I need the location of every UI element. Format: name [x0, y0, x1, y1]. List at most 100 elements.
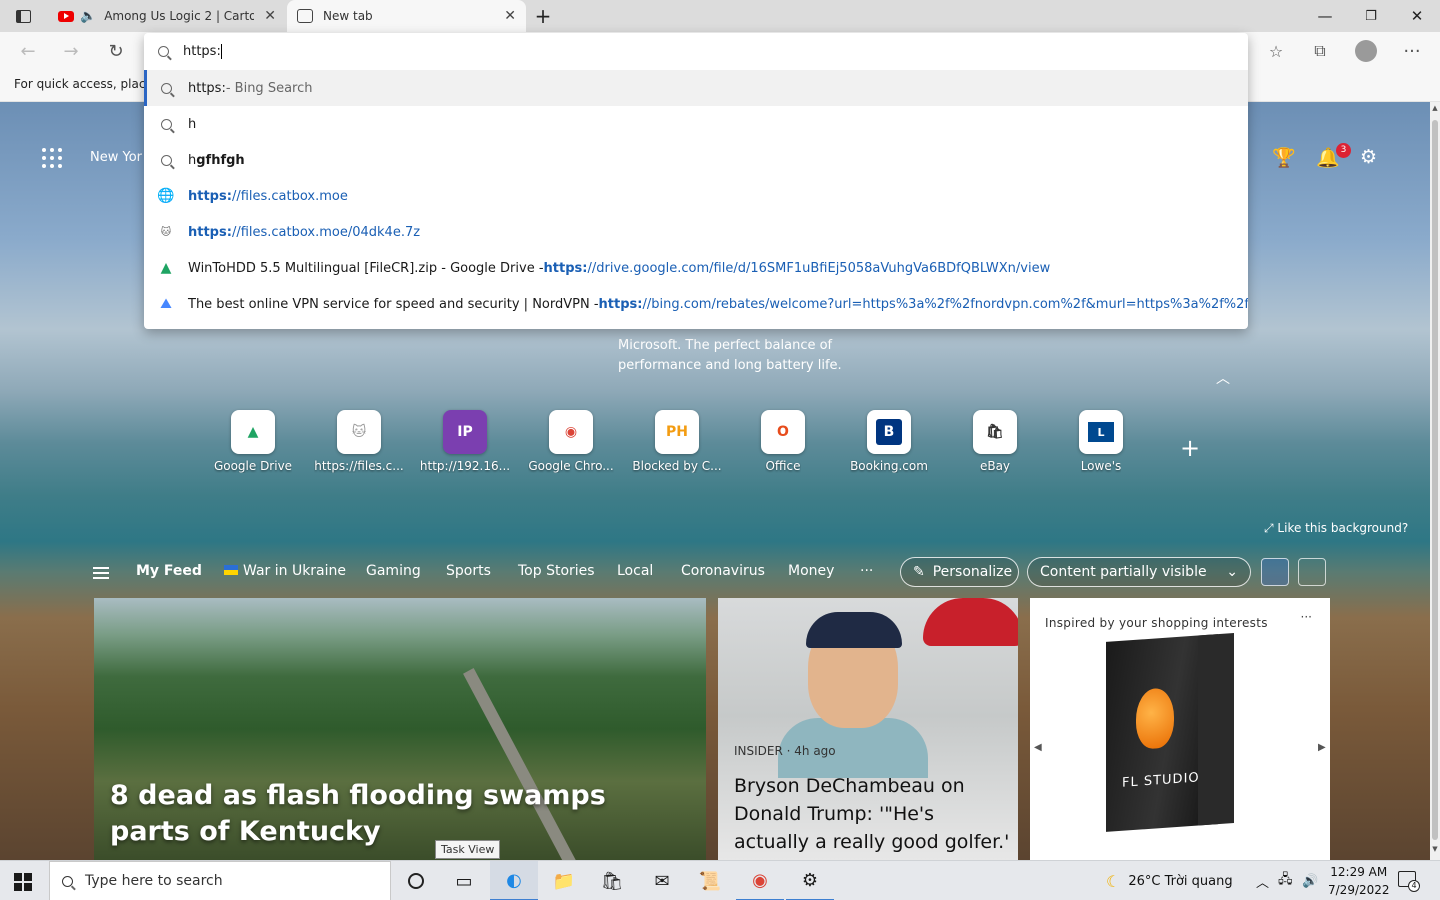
- card-more-icon[interactable]: ···: [1301, 610, 1312, 624]
- show-hidden-icons-chevron-icon[interactable]: ︿: [1256, 861, 1269, 900]
- address-bar-input[interactable]: https:: [144, 33, 1248, 69]
- tab-my-feed[interactable]: My Feed: [136, 563, 202, 579]
- suggestion-catbox-file[interactable]: 🐱 https://files.catbox.moe/04dk4e.7z: [144, 214, 1248, 250]
- chevron-down-icon: ⌄: [1226, 564, 1238, 580]
- quick-link-item[interactable]: ▲ Google Drive: [200, 410, 306, 473]
- add-quick-link-button[interactable]: +: [1180, 434, 1200, 462]
- collapse-chevron-up-icon[interactable]: ︿: [1216, 368, 1230, 388]
- taskbar-search-box[interactable]: Type here to search: [49, 861, 391, 900]
- collections-icon[interactable]: ⧉: [1304, 35, 1336, 67]
- new-tab-button[interactable]: +: [520, 0, 566, 32]
- personalize-label: Personalize: [932, 564, 1013, 580]
- product-image[interactable]: FL STUDIO: [1106, 632, 1234, 832]
- shopping-card[interactable]: Inspired by your shopping interests ··· …: [1030, 598, 1330, 860]
- suggestion-hgfhfgh[interactable]: h gfhfgh: [144, 142, 1248, 178]
- network-icon[interactable]: 🖧: [1278, 861, 1293, 900]
- refresh-button[interactable]: ↻: [100, 35, 132, 67]
- app-launcher-icon[interactable]: [42, 148, 62, 168]
- promo-text[interactable]: Microsoft. The perfect balance of perfor…: [618, 336, 858, 376]
- clock[interactable]: 12:29 AM 7/29/2022: [1328, 863, 1390, 899]
- promo-line: Microsoft. The perfect balance of: [618, 338, 833, 353]
- more-tabs-icon[interactable]: ···: [860, 563, 873, 579]
- new-tab-page-icon: [297, 9, 313, 23]
- suggestion-nordvpn[interactable]: ⛰ The best online VPN service for speed …: [144, 286, 1248, 322]
- close-window-button[interactable]: ✕: [1394, 0, 1440, 32]
- suggestion-h[interactable]: h: [144, 106, 1248, 142]
- microsoft-store-icon[interactable]: 🛍: [588, 861, 636, 900]
- headline-card-kentucky[interactable]: 8 dead as flash flooding swamps parts of…: [94, 598, 706, 860]
- globe-icon: 🌐: [157, 188, 175, 204]
- windows-start-icon[interactable]: [14, 873, 32, 891]
- feed-menu-icon[interactable]: [93, 567, 109, 579]
- cortana-icon[interactable]: [392, 861, 440, 900]
- scroll-up-arrow[interactable]: ▲: [1430, 104, 1440, 118]
- suggestion-google-drive[interactable]: ▲ WinToHDD 5.5 Multilingual [FileCR].zip…: [144, 250, 1248, 286]
- settings-taskbar-icon[interactable]: ⚙: [786, 861, 834, 900]
- suggestion-catbox-site[interactable]: 🌐 https://files.catbox.moe: [144, 178, 1248, 214]
- file-explorer-icon[interactable]: 📁: [540, 861, 588, 900]
- tab-coronavirus[interactable]: Coronavirus: [681, 563, 765, 579]
- task-view-icon[interactable]: ▭: [440, 861, 488, 900]
- back-button[interactable]: ←: [12, 35, 44, 67]
- quick-link-item[interactable]: 🐱 https://files.c...: [306, 410, 412, 473]
- quick-link-item[interactable]: B Booking.com: [836, 410, 942, 473]
- scroll-down-arrow[interactable]: ▼: [1430, 845, 1440, 859]
- tab-sports[interactable]: Sports: [446, 563, 491, 579]
- nordvpn-icon: ⛰: [160, 296, 172, 312]
- volume-icon[interactable]: 🔊: [1302, 861, 1318, 900]
- restore-button[interactable]: ❐: [1348, 0, 1394, 32]
- rewards-icon[interactable]: 🏆: [1272, 146, 1296, 169]
- tab-new-tab[interactable]: New tab ✕: [287, 0, 526, 32]
- quick-link-item[interactable]: 🛍 eBay: [942, 410, 1048, 473]
- quick-link-label: http://192.16...: [419, 459, 511, 473]
- suggestion-url-match: https:: [598, 296, 643, 312]
- close-tab-icon[interactable]: ✕: [504, 8, 516, 24]
- quick-link-item[interactable]: L Lowe's: [1048, 410, 1154, 473]
- list-view-button[interactable]: [1298, 558, 1326, 586]
- quick-link-item[interactable]: IP http://192.16...: [412, 410, 518, 473]
- mail-icon[interactable]: ✉: [638, 861, 686, 900]
- quick-link-item[interactable]: O Office: [730, 410, 836, 473]
- carousel-prev-icon[interactable]: ◀: [1034, 742, 1042, 753]
- settings-more-icon[interactable]: ···: [1396, 35, 1428, 67]
- address-bar-text[interactable]: https:: [183, 43, 222, 59]
- tab-war-in-ukraine[interactable]: War in Ukraine: [224, 563, 346, 579]
- news-card-dechambeau[interactable]: INSIDER · 4h ago Bryson DeChambeau on Do…: [718, 598, 1018, 860]
- minimize-button[interactable]: —: [1302, 0, 1348, 32]
- tab-gaming[interactable]: Gaming: [366, 563, 421, 579]
- tab-money[interactable]: Money: [788, 563, 834, 579]
- personalize-button[interactable]: ✎ Personalize: [900, 557, 1019, 587]
- quick-link-tile-icon: 🛍: [973, 410, 1017, 454]
- weather-widget[interactable]: ☾ 26°C Trời quang: [1106, 861, 1233, 900]
- profile-avatar[interactable]: [1350, 35, 1382, 67]
- tab-actions-icon[interactable]: [0, 0, 46, 32]
- suggestion-bing-search[interactable]: https: - Bing Search: [144, 70, 1248, 106]
- scrollbar-thumb[interactable]: [1432, 120, 1438, 840]
- tab-local[interactable]: Local: [617, 563, 653, 579]
- quick-link-item[interactable]: PH Blocked by C...: [624, 410, 730, 473]
- forward-button[interactable]: →: [55, 35, 87, 67]
- carousel-next-icon[interactable]: ▶: [1318, 742, 1326, 753]
- quick-link-tile-icon: O: [761, 410, 805, 454]
- content-visibility-dropdown[interactable]: Content partially visible ⌄: [1027, 557, 1251, 587]
- notification-count-badge: 3: [1336, 143, 1351, 158]
- news-headline: Bryson DeChambeau on Donald Trump: '"He'…: [734, 775, 1010, 853]
- tab-top-stories[interactable]: Top Stories: [518, 563, 595, 579]
- weather-location[interactable]: New Yor: [90, 150, 142, 165]
- chrome-taskbar-icon[interactable]: ◉: [736, 861, 784, 900]
- like-background-link[interactable]: ⤢ Like this background?: [1264, 521, 1408, 536]
- favorites-icon[interactable]: ☆: [1260, 35, 1292, 67]
- booking-logo-icon: B: [876, 419, 902, 445]
- edge-taskbar-icon[interactable]: ◐: [490, 861, 538, 900]
- headline-title: 8 dead as flash flooding swamps parts of…: [110, 780, 606, 847]
- quick-link-tile-icon: IP: [443, 410, 487, 454]
- page-settings-gear-icon[interactable]: ⚙: [1360, 146, 1377, 168]
- speaker-icon[interactable]: 🔈: [80, 9, 96, 24]
- grid-view-button[interactable]: [1261, 558, 1289, 586]
- visibility-label: Content partially visible: [1040, 564, 1207, 580]
- tab-among-us[interactable]: 🔈 Among Us Logic 2 | Cartoon ✕: [48, 0, 286, 32]
- quick-link-item[interactable]: ◉ Google Chro...: [518, 410, 624, 473]
- app-icon[interactable]: 📜: [686, 861, 734, 900]
- product-name: FL STUDIO: [1122, 770, 1200, 791]
- close-tab-icon[interactable]: ✕: [264, 8, 276, 24]
